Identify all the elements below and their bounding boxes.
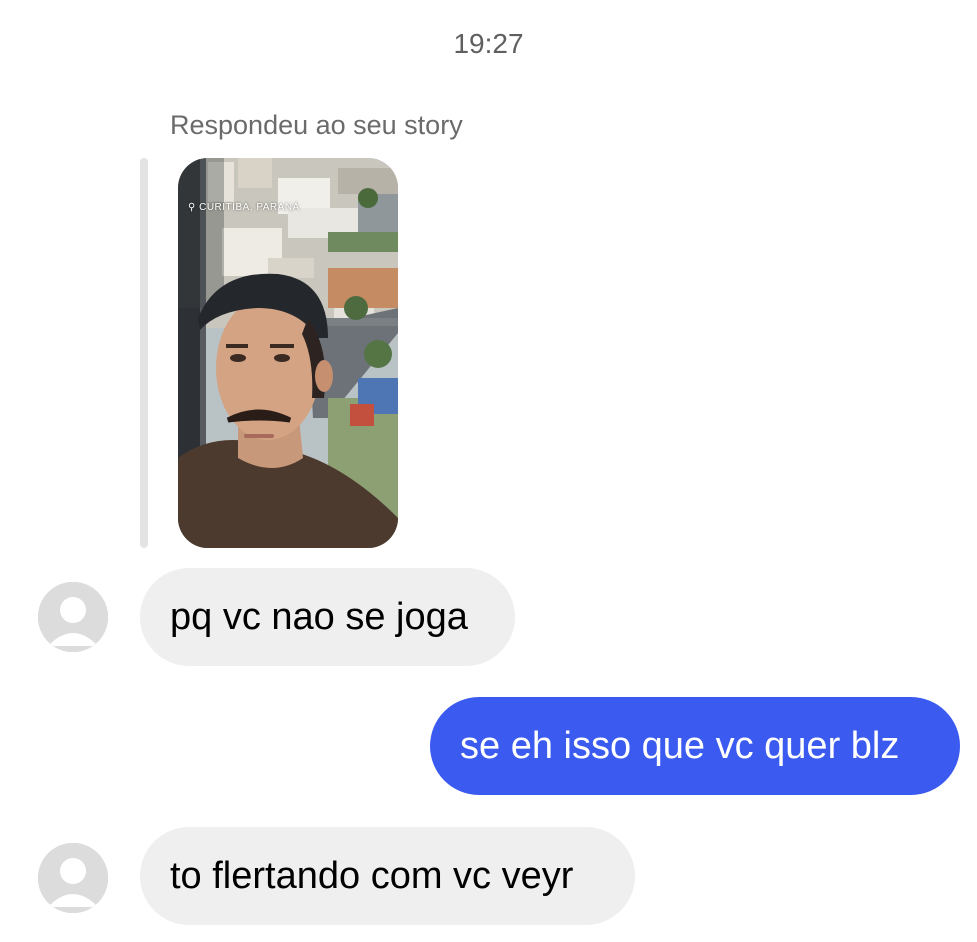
message-text: se eh isso que vc quer blz [460,724,900,767]
message-bubble-incoming[interactable]: pq vc nao se joga [140,568,515,666]
story-location-text: CURITIBA, PARANÁ [199,202,300,213]
story-thumbnail[interactable]: ⚲ CURITIBA, PARANÁ [178,158,398,548]
story-location-tag: ⚲ CURITIBA, PARANÁ [188,202,300,213]
avatar[interactable] [38,582,108,652]
message-text: pq vc nao se joga [170,595,468,638]
default-avatar-icon [38,843,108,913]
message-bubble-outgoing[interactable]: se eh isso que vc quer blz [430,697,960,795]
story-image [178,158,398,548]
story-reply-label: Respondeu ao seu story [170,110,463,140]
timestamp: 19:27 [453,28,524,59]
reply-quote-bar [140,158,148,548]
message-text: to flertando com vc veyr [170,854,574,897]
default-avatar-icon [38,582,108,652]
message-bubble-incoming[interactable]: to flertando com vc veyr [140,827,635,925]
location-pin-icon: ⚲ [188,202,196,213]
avatar[interactable] [38,843,108,913]
